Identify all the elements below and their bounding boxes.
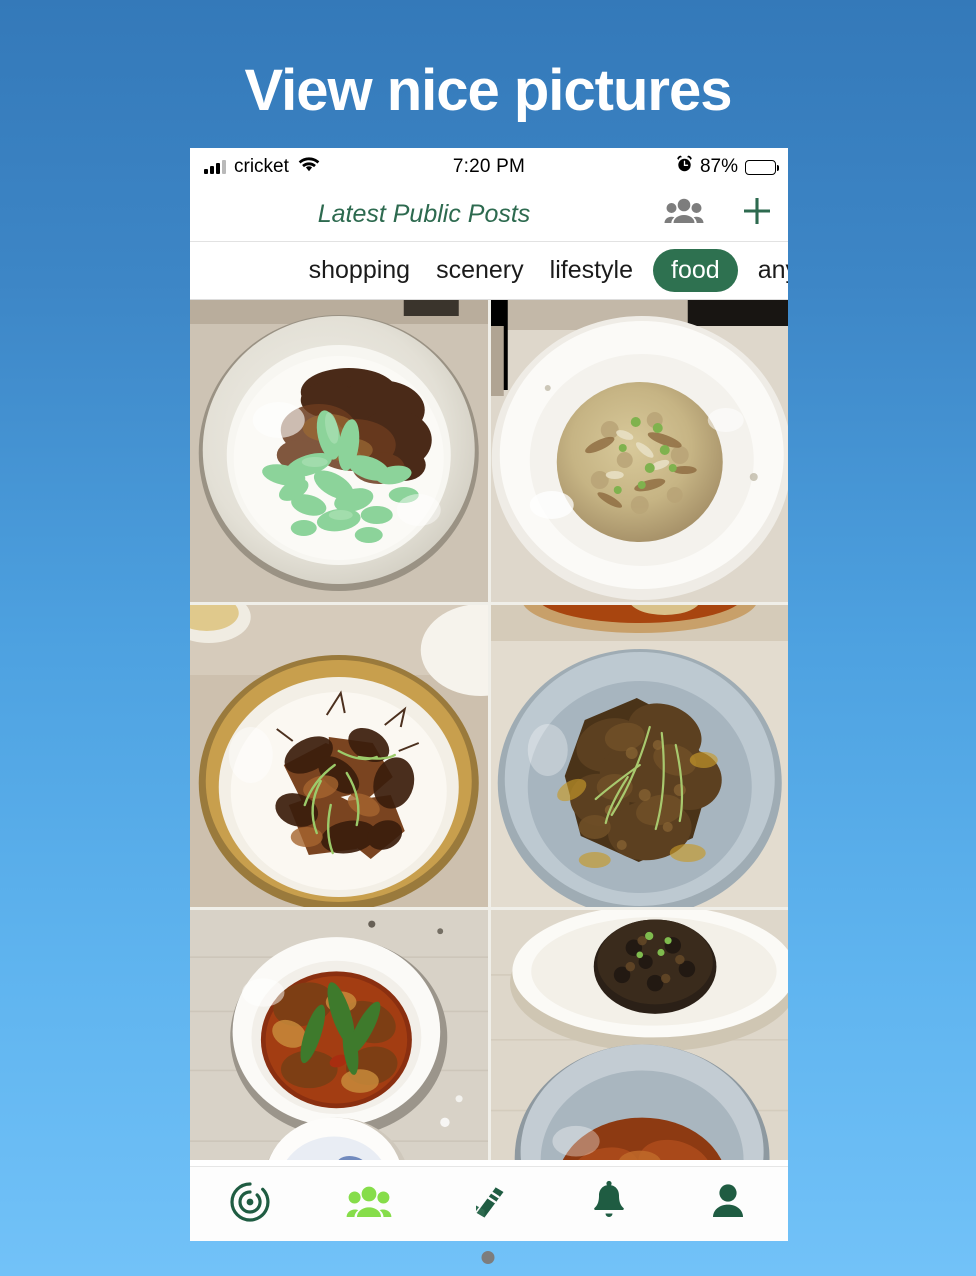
alarm-clock-icon: [676, 155, 693, 179]
tab-notifications[interactable]: [549, 1180, 669, 1229]
plus-icon[interactable]: [740, 194, 774, 233]
filter-chip-food[interactable]: food: [653, 249, 738, 292]
battery-percent-label: 87%: [699, 156, 738, 177]
tab-radar[interactable]: [190, 1180, 310, 1229]
people-group-icon[interactable]: [664, 196, 704, 231]
page-indicator-dot[interactable]: [481, 1251, 495, 1264]
filter-chip-lifestyle[interactable]: lifestyle: [544, 249, 639, 292]
book-icon: [467, 1180, 511, 1229]
filter-chip-scenery[interactable]: scenery: [430, 249, 530, 292]
filter-chip-shopping[interactable]: shopping: [303, 249, 416, 292]
bottom-tab-bar[interactable]: [190, 1166, 788, 1241]
tab-book[interactable]: [429, 1180, 549, 1229]
person-icon: [708, 1181, 748, 1228]
page-title: View nice pictures: [244, 58, 732, 123]
photo-cell[interactable]: [190, 910, 488, 1160]
filter-chip-row[interactable]: shopping scenery lifestyle food any: [190, 242, 788, 300]
tab-people[interactable]: [310, 1183, 430, 1226]
photo-cell[interactable]: [490, 605, 788, 907]
photo-grid: [190, 300, 788, 1160]
photo-cell[interactable]: [190, 300, 488, 602]
bell-icon: [589, 1180, 629, 1229]
people-icon: [346, 1183, 392, 1226]
nav-bar: Latest Public Posts: [190, 186, 788, 242]
phone-screen: cricket 7:20 PM 87% Latest Public Posts: [190, 148, 788, 1241]
filter-chip-any[interactable]: any: [752, 249, 788, 292]
tab-profile[interactable]: [668, 1181, 788, 1228]
radar-icon: [228, 1180, 272, 1229]
photo-cell[interactable]: [490, 300, 788, 602]
photo-cell[interactable]: [190, 605, 488, 907]
battery-icon: [745, 159, 779, 175]
photo-cell[interactable]: [490, 910, 788, 1160]
status-bar: cricket 7:20 PM 87%: [190, 148, 788, 186]
